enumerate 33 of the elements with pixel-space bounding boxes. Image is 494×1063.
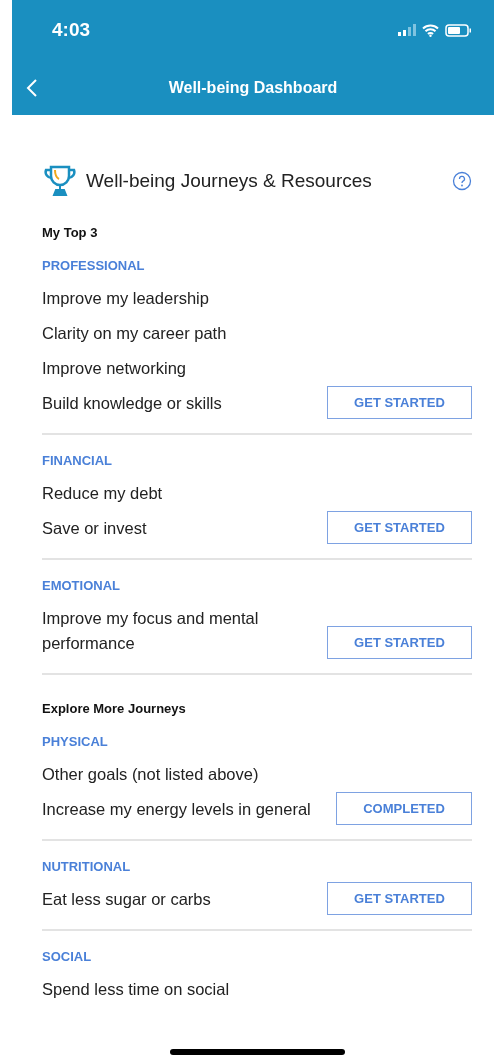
goal-item: Improve my leadership (42, 288, 210, 309)
goal-item: Clarity on my career path (42, 323, 228, 344)
group-heading: My Top 3 (42, 225, 99, 240)
trophy-icon (42, 163, 78, 199)
battery-icon (445, 23, 472, 37)
signal-icon (398, 24, 416, 36)
completed-button[interactable]: COMPLETED (336, 792, 472, 825)
get-started-button[interactable]: GET STARTED (327, 626, 472, 659)
goal-item: Reduce my debt (42, 483, 164, 504)
status-time: 4:03 (52, 19, 91, 41)
help-icon[interactable] (452, 171, 472, 191)
goal-item: Build knowledge or skills (42, 393, 223, 414)
category-heading: EMOTIONAL (42, 578, 120, 593)
get-started-button[interactable]: GET STARTED (327, 386, 472, 419)
category-heading: FINANCIAL (42, 453, 113, 468)
get-started-button[interactable]: GET STARTED (327, 882, 472, 915)
category-heading: NUTRITIONAL (42, 859, 131, 874)
goal-item: Improve my focus and mental performance (42, 608, 260, 654)
wifi-icon (422, 23, 439, 37)
category-heading: PROFESSIONAL (42, 258, 145, 273)
get-started-button[interactable]: GET STARTED (327, 511, 472, 544)
group-heading: Explore More Journeys (42, 701, 187, 716)
goal-item: Other goals (not listed above) (42, 764, 260, 785)
back-icon[interactable] (26, 78, 38, 98)
category-heading: PHYSICAL (42, 734, 108, 749)
screen-title: Well-being Dashboard (168, 78, 338, 97)
goal-item: Spend less time on social (42, 979, 231, 1000)
category-heading: SOCIAL (42, 949, 92, 964)
goal-item: Eat less sugar or carbs (42, 889, 212, 910)
goal-item: Improve networking (42, 358, 187, 379)
goal-item: Increase my energy levels in general (42, 799, 312, 820)
section-title: Well-being Journeys & Resources (86, 170, 373, 192)
goal-item: Save or invest (42, 518, 148, 539)
